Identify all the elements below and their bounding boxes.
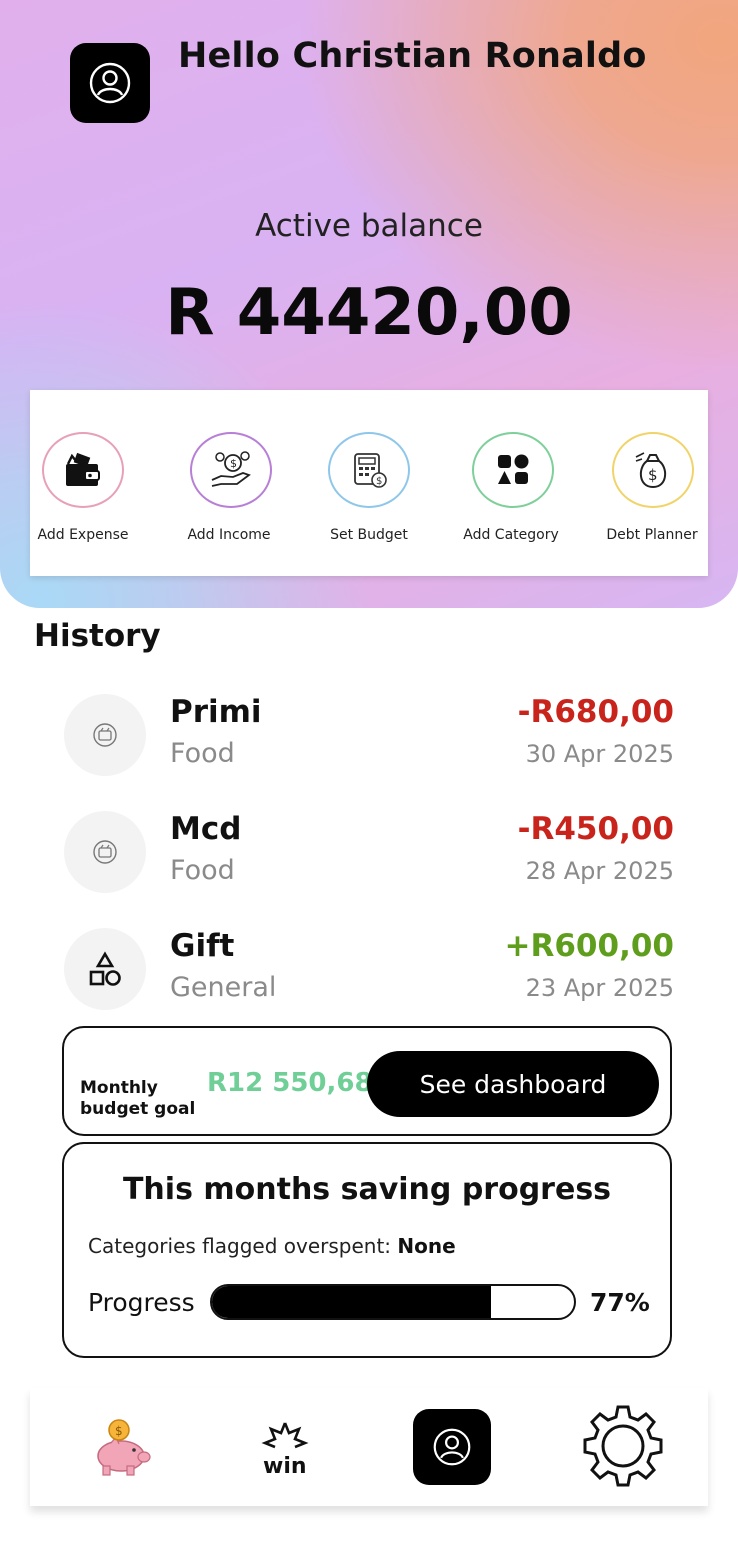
settings-gear-icon: [583, 1405, 663, 1487]
budget-goal-value: R12 550,68: [207, 1068, 373, 1098]
set-budget-ring: $: [328, 432, 410, 508]
monthly-budget-card: Monthly budget goal R12 550,68 See dashb…: [62, 1026, 672, 1136]
transaction-row[interactable]: Mcd Food -R450,00 28 Apr 2025: [0, 811, 738, 911]
overspent-flag-value: None: [397, 1234, 456, 1258]
add-income-label: Add Income: [187, 527, 271, 543]
nav-settings-button[interactable]: [578, 1388, 668, 1506]
add-income-button[interactable]: $ Add Income: [187, 390, 272, 576]
transaction-amount: +R600,00: [504, 928, 674, 964]
transaction-icon-circle: [64, 928, 146, 1010]
history-title: History: [34, 618, 161, 654]
saving-progress-title: This months saving progress: [122, 1172, 612, 1207]
set-budget-label: Set Budget: [330, 527, 408, 543]
food-icon: [93, 840, 117, 864]
transaction-icon-circle: [64, 694, 146, 776]
transaction-name: Gift: [170, 928, 235, 964]
calculator-icon: $: [354, 453, 387, 488]
transaction-category: Food: [170, 855, 235, 886]
wallet-icon: [66, 452, 100, 486]
add-income-ring: $: [190, 432, 272, 508]
balance-value: R 44420,00: [165, 276, 573, 350]
transaction-row[interactable]: Primi Food -R680,00 30 Apr 2025: [0, 694, 738, 794]
transaction-date: 28 Apr 2025: [525, 857, 674, 885]
add-expense-label: Add Expense: [37, 527, 129, 543]
quick-actions-panel: Add Expense $ Add Income $ Set Budget Ad…: [30, 390, 708, 576]
balance-label: Active balance: [255, 208, 483, 244]
win-icon: win: [261, 1422, 309, 1477]
profile-avatar-button[interactable]: [70, 43, 150, 123]
win-text: win: [263, 1454, 307, 1477]
shapes-outline-icon: [89, 951, 121, 986]
progress-percent: 77%: [590, 1288, 650, 1317]
transaction-icon-circle: [64, 811, 146, 893]
add-category-ring: [472, 432, 554, 508]
bottom-navigation: $ win: [30, 1388, 708, 1506]
transaction-row[interactable]: Gift General +R600,00 23 Apr 2025: [0, 928, 738, 1028]
nav-win-button[interactable]: win: [248, 1388, 322, 1506]
add-category-label: Add Category: [463, 527, 559, 543]
nav-profile-button[interactable]: [412, 1388, 492, 1506]
food-icon: [93, 723, 117, 747]
piggy-bank-icon: $: [97, 1419, 151, 1476]
overspent-flag-line: Categories flagged overspent: None: [88, 1234, 456, 1258]
transaction-date: 30 Apr 2025: [525, 740, 674, 768]
nav-savings-button[interactable]: $: [86, 1388, 158, 1506]
money-bag-icon: $: [635, 452, 667, 489]
transaction-amount: -R450,00: [517, 811, 674, 847]
transaction-category: General: [170, 972, 277, 1003]
overspent-flag-label: Categories flagged overspent:: [88, 1234, 392, 1258]
svg-text:$: $: [115, 1424, 123, 1438]
greeting-text: Hello Christian Ronaldo: [178, 36, 647, 76]
profile-icon: [433, 1428, 471, 1466]
saving-progress-fill: [212, 1286, 491, 1318]
transaction-amount: -R680,00: [517, 694, 674, 730]
budget-goal-label: Monthly budget goal: [80, 1078, 196, 1119]
transaction-name: Mcd: [170, 811, 242, 847]
saving-progress-bar: [210, 1284, 576, 1320]
add-expense-button[interactable]: Add Expense: [38, 390, 128, 576]
add-expense-ring: [42, 432, 124, 508]
debt-planner-ring: $: [612, 432, 694, 508]
svg-text:$: $: [230, 457, 237, 470]
user-icon: [89, 62, 131, 104]
svg-text:$: $: [376, 476, 382, 487]
add-category-button[interactable]: Add Category: [463, 390, 559, 576]
money-hand-icon: $: [211, 451, 251, 487]
shapes-icon: [498, 454, 529, 484]
profile-tile: [413, 1409, 491, 1485]
saving-progress-card: This months saving progress Categories f…: [62, 1142, 672, 1358]
set-budget-button[interactable]: $ Set Budget: [328, 390, 410, 576]
debt-planner-label: Debt Planner: [606, 527, 698, 543]
transaction-date: 23 Apr 2025: [525, 974, 674, 1002]
see-dashboard-button[interactable]: See dashboard: [367, 1051, 659, 1117]
svg-text:$: $: [648, 466, 658, 484]
debt-planner-button[interactable]: $ Debt Planner: [606, 390, 698, 576]
transaction-name: Primi: [170, 694, 262, 730]
progress-label: Progress: [88, 1288, 195, 1317]
transaction-category: Food: [170, 738, 235, 769]
